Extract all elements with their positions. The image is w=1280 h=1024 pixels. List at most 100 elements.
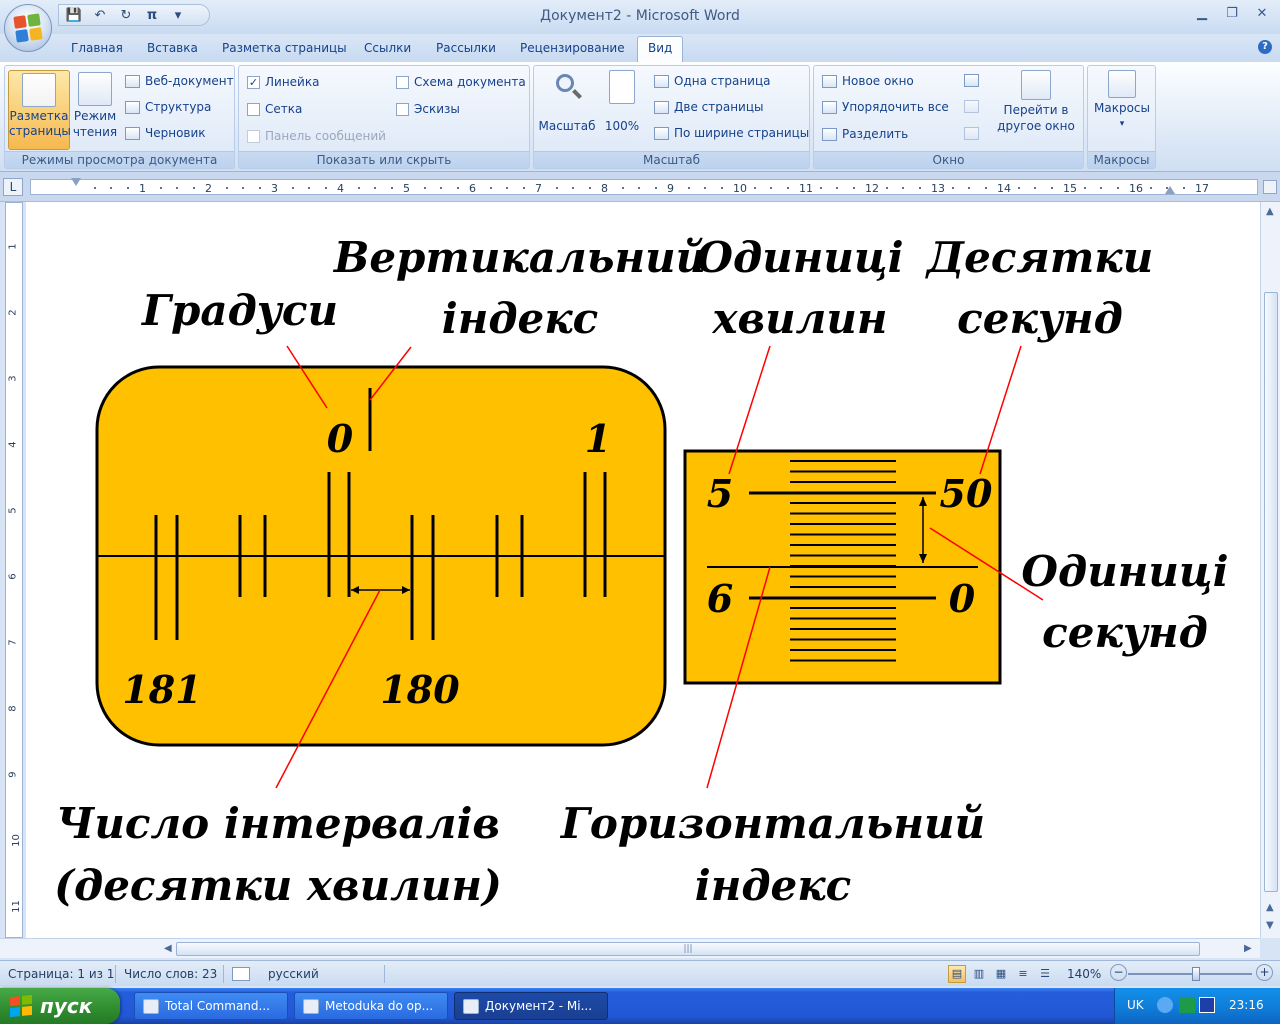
- spelling-check-icon[interactable]: [232, 967, 250, 981]
- language-indicator[interactable]: русский: [268, 967, 319, 981]
- page-layout-view-button[interactable]: Разметка страницы: [8, 70, 71, 150]
- tab-page-layout[interactable]: Разметка страницы: [222, 41, 347, 55]
- previous-page-icon[interactable]: ▲: [1266, 902, 1274, 913]
- taskbar-metoduka[interactable]: Metoduka do op...: [294, 992, 448, 1020]
- ruler-tick: [324, 187, 327, 189]
- right-indent-marker[interactable]: [1165, 186, 1175, 194]
- ruler-tick: [440, 187, 442, 189]
- horizontal-scrollbar[interactable]: ◀ ||| ▶: [0, 938, 1260, 958]
- task-label: Total Command...: [165, 999, 270, 1013]
- vertical-scrollbar[interactable]: ▲ ▲ ▼: [1260, 202, 1280, 938]
- group-label-show-hide: Показать или скрыть: [239, 151, 529, 168]
- message-bar-check-icon: [247, 129, 260, 143]
- two-pages-button[interactable]: Две страницы: [654, 100, 764, 114]
- page-counter[interactable]: Страница: 1 из 1: [8, 967, 114, 981]
- tray-app-icon[interactable]: [1179, 997, 1195, 1013]
- switch-windows-button[interactable]: Перейти в другое окно: [992, 70, 1080, 134]
- new-window-icon: [822, 74, 837, 88]
- tab-insert[interactable]: Вставка: [147, 41, 198, 55]
- start-button[interactable]: пуск: [0, 988, 120, 1024]
- status-page-layout-icon[interactable]: ▤: [948, 965, 966, 983]
- clock[interactable]: 23:16: [1229, 998, 1264, 1012]
- outline-button[interactable]: Структура: [125, 100, 211, 114]
- ruler-tick: [1116, 187, 1119, 189]
- zoom-level[interactable]: 140%: [1067, 967, 1101, 981]
- status-web-icon[interactable]: ▦: [992, 965, 1010, 983]
- arrange-all-button[interactable]: Упорядочить все: [822, 100, 949, 114]
- word-count[interactable]: Число слов: 23: [124, 967, 217, 981]
- macros-button[interactable]: Макросы ▾: [1090, 70, 1154, 132]
- ruler-checkbox[interactable]: ✓ Линейка: [247, 75, 319, 89]
- vertical-scroll-thumb[interactable]: [1264, 292, 1278, 892]
- zoom-slider-knob[interactable]: [1192, 967, 1201, 981]
- tab-view[interactable]: Вид: [637, 36, 684, 62]
- draft-button[interactable]: Черновик: [125, 126, 206, 140]
- ruler-tick: [1050, 187, 1053, 189]
- undo-icon[interactable]: ↶: [91, 8, 109, 23]
- ruler-tick: [852, 187, 855, 189]
- arrange-all-label: Упорядочить все: [842, 100, 949, 114]
- qat-customize-icon[interactable]: ▾: [169, 8, 187, 23]
- ruler-tick: [1100, 187, 1102, 189]
- maximize-button[interactable]: ❐: [1220, 4, 1244, 24]
- document-page[interactable]: 0 1 181 180 5 50 6 0 Градуси Вертикальни…: [26, 202, 1260, 938]
- split-button[interactable]: Разделить: [822, 127, 908, 141]
- tab-review[interactable]: Рецензирование: [520, 41, 625, 55]
- horizontal-scroll-thumb[interactable]: |||: [176, 942, 1200, 956]
- sync-scroll-button[interactable]: [964, 100, 979, 113]
- status-outline-icon[interactable]: ≡: [1014, 965, 1032, 983]
- grid-checkbox[interactable]: Сетка: [247, 102, 302, 116]
- zoom-100-button[interactable]: 100%: [600, 70, 644, 134]
- scroll-up-icon[interactable]: ▲: [1266, 206, 1274, 217]
- tray-expand-icon[interactable]: [1157, 997, 1173, 1013]
- ruler-number: 16: [1129, 182, 1143, 195]
- scroll-right-icon[interactable]: ▶: [1244, 943, 1252, 954]
- office-button[interactable]: [4, 4, 52, 52]
- equation-icon[interactable]: π: [143, 8, 161, 23]
- vertical-ruler[interactable]: 1 2 3 4 5 6 7 8 9 10 11: [5, 202, 23, 938]
- zoom-in-button[interactable]: +: [1256, 964, 1273, 981]
- thumbnails-checkbox[interactable]: Эскизы: [396, 102, 460, 116]
- reset-position-button[interactable]: [964, 127, 979, 140]
- one-page-button[interactable]: Одна страница: [654, 74, 770, 88]
- keyboard-layout[interactable]: UK: [1127, 998, 1144, 1012]
- media-player-icon[interactable]: [1199, 997, 1215, 1013]
- taskbar-document2[interactable]: Документ2 - Mi...: [454, 992, 608, 1020]
- scroll-left-icon[interactable]: ◀: [164, 943, 172, 954]
- zoom-button[interactable]: Масштаб: [538, 70, 596, 134]
- reading-view-button[interactable]: Режим чтения: [71, 70, 119, 150]
- view-side-by-side-button[interactable]: [964, 74, 979, 87]
- new-window-button[interactable]: Новое окно: [822, 74, 914, 88]
- zoom-out-button[interactable]: −: [1110, 964, 1127, 981]
- next-page-icon[interactable]: ▼: [1266, 920, 1274, 931]
- zoom-slider[interactable]: [1128, 967, 1252, 981]
- tab-mailings[interactable]: Рассылки: [436, 41, 496, 55]
- page-width-button[interactable]: По ширине страницы: [654, 126, 809, 140]
- vertical-ruler-number: 4: [7, 441, 19, 448]
- save-icon[interactable]: 💾: [65, 8, 83, 23]
- ruler-label: Линейка: [265, 75, 320, 89]
- status-reading-icon[interactable]: ▥: [970, 965, 988, 983]
- message-bar-checkbox[interactable]: Панель сообщений: [247, 129, 386, 143]
- document-map-checkbox[interactable]: Схема документа: [396, 75, 526, 89]
- ruler-tick: [654, 187, 657, 189]
- redo-icon[interactable]: ↻: [117, 8, 135, 23]
- left-indent-marker[interactable]: [71, 178, 81, 186]
- ruler-number: 6: [469, 182, 476, 195]
- vertical-ruler-number: 10: [10, 834, 22, 847]
- minimize-button[interactable]: ▁: [1190, 4, 1214, 24]
- view-ruler-icon[interactable]: [1263, 180, 1277, 194]
- web-layout-button[interactable]: Веб-документ: [125, 74, 234, 88]
- ruler-tick: [1149, 187, 1152, 189]
- tab-references[interactable]: Ссылки: [364, 41, 411, 55]
- taskbar-total-commander[interactable]: Total Command...: [134, 992, 288, 1020]
- title-bar: Документ2 - Microsoft Word 💾 ↶ ↻ π ▾ ▁ ❐…: [0, 0, 1280, 34]
- help-icon[interactable]: ?: [1258, 40, 1272, 54]
- zoom-label: Масштаб: [538, 119, 596, 133]
- status-draft-icon[interactable]: ☰: [1036, 965, 1054, 983]
- tab-home[interactable]: Главная: [71, 41, 123, 55]
- tab-selector[interactable]: L: [3, 178, 23, 196]
- macros-label: Макросы: [1094, 101, 1150, 115]
- horizontal-ruler[interactable]: 1 2 3 4 5 6 7 8 9 10 11 12 13 14 15 16 17: [30, 178, 1258, 195]
- close-button[interactable]: ✕: [1250, 4, 1274, 24]
